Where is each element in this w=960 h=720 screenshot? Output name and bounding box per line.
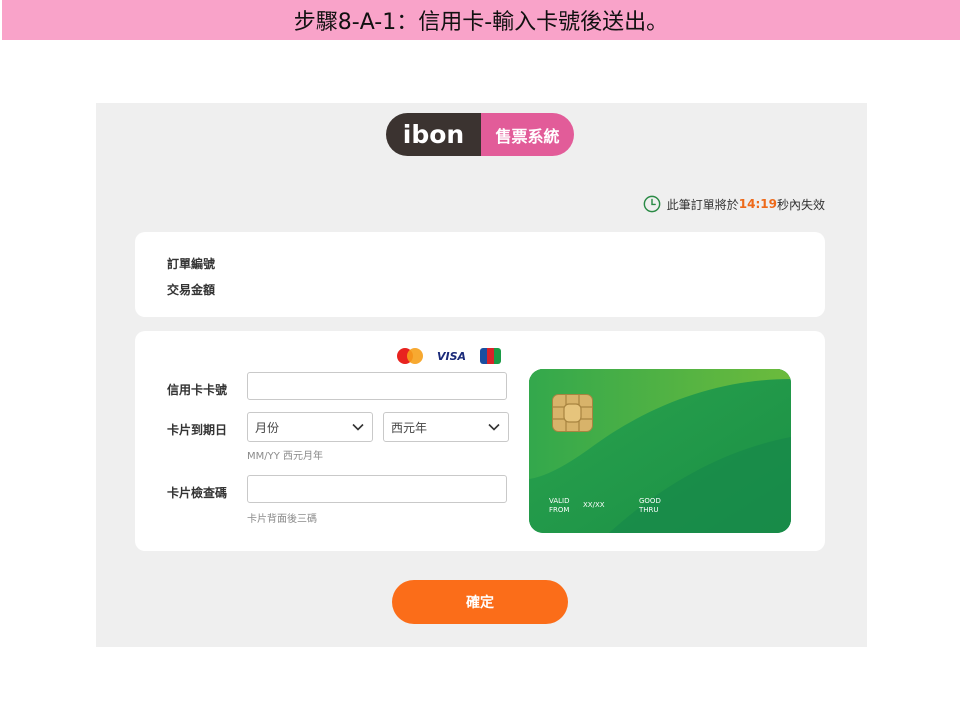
confirm-button[interactable]: 確定 <box>392 580 568 624</box>
cvv-input[interactable] <box>247 475 507 503</box>
amount-label: 交易金額 <box>167 283 216 297</box>
expiry-hint: MM/YY 西元月年 <box>247 451 324 462</box>
step-banner: 步驟8-A-1：信用卡-輸入卡號後送出。 <box>2 0 960 40</box>
visa-icon: VISA <box>437 349 467 363</box>
cvv-label: 卡片檢查碼 <box>167 486 228 500</box>
ibon-logo-mark: ibon <box>386 113 481 156</box>
credit-card-preview: VALID FROM XX/XX GOOD THRU <box>529 369 791 533</box>
ibon-logo: ibon 售票系統 <box>386 113 574 156</box>
expiry-label: 卡片到期日 <box>167 423 228 437</box>
order-info-box: 訂單編號 交易金額 <box>135 232 825 317</box>
card-number-label: 信用卡卡號 <box>167 383 228 397</box>
cvv-hint: 卡片背面後三碼 <box>247 514 317 525</box>
payment-panel: ibon 售票系統 此筆訂單將於 14:19 秒內失效 訂單編號 交易金額 VI… <box>96 103 867 647</box>
timer-suffix: 秒內失效 <box>776 197 825 212</box>
expiry-month-select[interactable]: 月份 <box>247 412 373 442</box>
good-thru-label: GOOD THRU <box>639 497 661 514</box>
card-number-input[interactable] <box>247 372 507 400</box>
chevron-down-icon <box>488 423 500 431</box>
timer-prefix: 此筆訂單將於 <box>666 197 739 212</box>
expiry-year-select[interactable]: 西元年 <box>383 412 509 442</box>
chevron-down-icon <box>352 423 364 431</box>
valid-from-label: VALID FROM <box>549 497 570 514</box>
valid-from-value: XX/XX <box>583 501 605 509</box>
card-form-box: VISA 信用卡卡號 卡片到期日 月份 西元年 MM/YY 西元月年 卡片檢查碼… <box>135 331 825 551</box>
ibon-logo-text: ibon <box>402 120 465 149</box>
expiry-year-value: 西元年 <box>391 420 428 435</box>
order-number-label: 訂單編號 <box>167 257 216 271</box>
order-timer: 此筆訂單將於 14:19 秒內失效 <box>643 195 825 213</box>
jcb-icon <box>480 348 502 364</box>
clock-icon <box>643 195 661 213</box>
ticket-system-logo-text: 售票系統 <box>481 113 574 156</box>
step-title: 步驟8-A-1：信用卡-輸入卡號後送出。 <box>293 10 669 35</box>
card-chip-icon <box>552 394 593 432</box>
expiry-month-value: 月份 <box>255 420 280 435</box>
mastercard-icon <box>397 348 423 364</box>
card-brands: VISA <box>397 348 502 364</box>
timer-countdown: 14:19 <box>738 197 777 211</box>
